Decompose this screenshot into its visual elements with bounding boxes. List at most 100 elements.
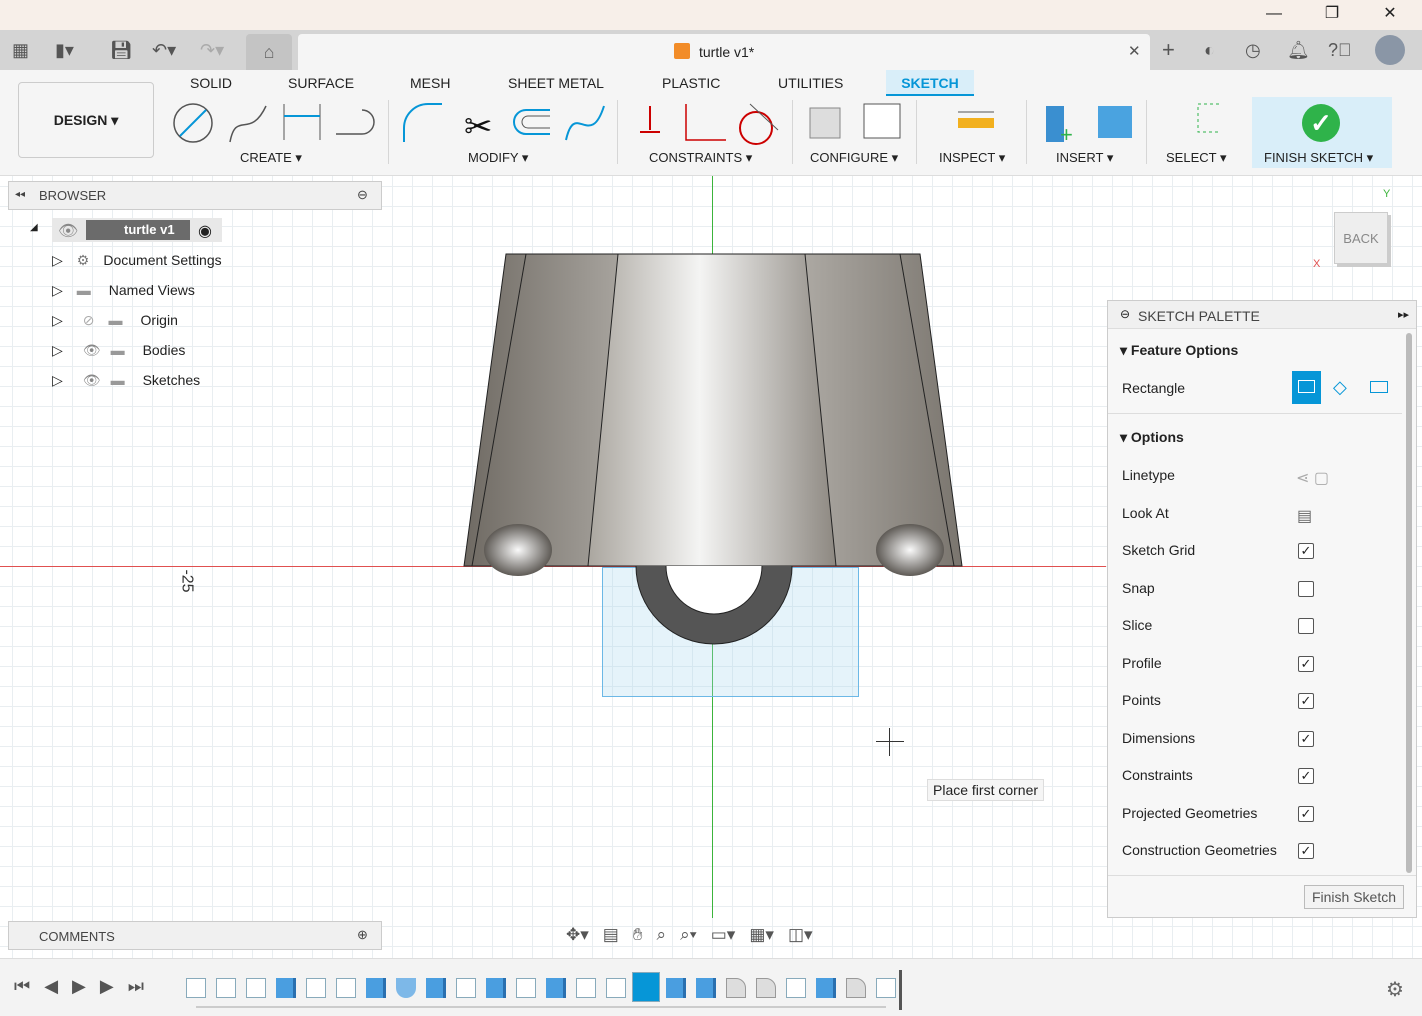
expand-icon[interactable]: ▷ (52, 282, 63, 298)
expand-palette-icon[interactable]: ▸▸ (1398, 308, 1409, 321)
insert-menu[interactable]: INSERT ▾ (1056, 150, 1113, 166)
option-checkbox[interactable]: ✓ (1298, 730, 1314, 747)
option-checkbox[interactable] (1298, 580, 1314, 597)
timeline-fillet-icon[interactable] (846, 978, 866, 998)
save-icon[interactable]: 💾︎ (110, 36, 133, 64)
timeline-extrude-icon[interactable] (696, 978, 716, 998)
spline-tool-icon[interactable] (229, 105, 267, 143)
slot-tool-icon[interactable] (336, 109, 375, 135)
timeline-extrude-icon[interactable] (666, 978, 686, 998)
timeline-extrude-icon[interactable] (546, 978, 566, 998)
eye-icon[interactable]: 👁︎ (83, 342, 101, 358)
tangent-constraint-icon[interactable] (739, 103, 779, 145)
step-forward-icon[interactable]: ▶ (100, 976, 114, 997)
collapse-panel-icon[interactable]: ◂◂ (15, 189, 25, 200)
fillet-tool-icon[interactable] (403, 103, 442, 142)
timeline-settings-gear-icon[interactable]: ⚙ (1386, 977, 1404, 1002)
finish-sketch-menu[interactable]: FINISH SKETCH ▾ (1264, 150, 1373, 166)
undo-icon[interactable]: ↶▾ (152, 36, 176, 64)
viewports-icon[interactable]: ◫▾ (788, 925, 813, 945)
activate-radio-icon[interactable]: ◉ (198, 221, 212, 241)
comments-panel-header[interactable]: COMMENTS ⊕ (8, 921, 382, 950)
timeline-sketch-icon[interactable] (456, 978, 476, 998)
expand-icon[interactable]: ▷ (52, 312, 63, 328)
tab-sketch[interactable]: SKETCH (886, 70, 974, 96)
offset-tool-icon[interactable] (513, 109, 550, 135)
finish-sketch-check-icon[interactable]: ✓ (1302, 104, 1340, 142)
timeline-sketch-icon[interactable] (306, 978, 326, 998)
timeline-loft-icon[interactable] (396, 978, 416, 998)
minimize-palette-icon[interactable]: ⊖ (1120, 307, 1130, 321)
close-tab-icon[interactable]: ✕ (1128, 42, 1141, 60)
select-icon[interactable] (1197, 103, 1220, 133)
measure-icon[interactable] (958, 111, 994, 128)
timeline-extrude-icon[interactable] (426, 978, 446, 998)
center-rectangle-icon[interactable] (1370, 381, 1388, 393)
fix-constraint-icon[interactable] (640, 106, 660, 133)
timeline-sketch-icon[interactable] (216, 978, 236, 998)
tab-surface[interactable]: SURFACE (288, 75, 354, 91)
blend-curve-tool-icon[interactable] (565, 105, 605, 141)
extensions-icon[interactable]: ◐ (1204, 36, 1215, 64)
eye-hidden-icon[interactable]: ⊘ (83, 312, 95, 328)
orbit-icon[interactable]: ✥▾ (566, 925, 589, 945)
insert-icon[interactable]: + (1046, 106, 1132, 147)
option-checkbox[interactable]: ✓ (1298, 843, 1314, 859)
timeline-sketch-icon[interactable] (186, 978, 206, 998)
eye-icon[interactable]: 👁︎ (83, 372, 101, 388)
expand-icon[interactable]: ▷ (52, 372, 63, 388)
option-checkbox[interactable]: ✓ (1298, 805, 1314, 822)
notifications-icon[interactable]: 🔔︎ (1287, 36, 1310, 64)
timeline-marker[interactable] (899, 970, 902, 1010)
workspace-switcher[interactable]: DESIGN ▾ (18, 82, 154, 158)
three-point-rectangle-icon[interactable]: ◇ (1333, 377, 1347, 398)
timeline-sketch-icon[interactable] (246, 978, 266, 998)
new-tab-icon[interactable]: + (1162, 36, 1175, 64)
grid-settings-icon[interactable]: ▦▾ (749, 925, 774, 945)
option-checkbox[interactable]: ✓ (1298, 655, 1314, 672)
tree-item-origin[interactable]: ▷ ⊘ ▬ Origin (52, 312, 178, 329)
add-comment-icon[interactable]: ⊕ (357, 927, 368, 943)
timeline-sketch-icon[interactable] (876, 978, 896, 998)
modify-menu[interactable]: MODIFY ▾ (468, 150, 528, 166)
timeline-fillet-icon[interactable] (756, 978, 776, 998)
avatar[interactable] (1375, 35, 1405, 65)
look-at-icon[interactable]: ▤ (1297, 506, 1312, 526)
look-at-icon[interactable]: ▤ (603, 925, 619, 945)
feature-options-section[interactable]: ▾ Feature Options (1120, 342, 1238, 359)
document-tab[interactable]: turtle v1* ✕ (298, 34, 1150, 70)
timeline-extrude-icon[interactable] (366, 978, 386, 998)
timeline-sketch-icon[interactable] (516, 978, 536, 998)
tab-utilities[interactable]: UTILITIES (778, 75, 843, 91)
timeline-sketch-icon[interactable] (606, 978, 626, 998)
go-to-end-icon[interactable]: ⏭︎ (128, 976, 144, 997)
dimension-tool-icon[interactable] (283, 104, 321, 140)
timeline-sketch-icon[interactable] (632, 972, 660, 1002)
timeline-extrude-icon[interactable] (816, 978, 836, 998)
select-menu[interactable]: SELECT ▾ (1166, 150, 1226, 166)
play-icon[interactable]: ▶ (72, 976, 86, 997)
viewcube[interactable]: BACK (1334, 212, 1388, 264)
tab-sheet-metal[interactable]: SHEET METAL (508, 75, 604, 91)
linetype-icon[interactable]: ⋖ ▢ (1296, 468, 1329, 488)
configure-menu[interactable]: CONFIGURE ▾ (810, 150, 898, 166)
options-section[interactable]: ▾ Options (1120, 429, 1184, 446)
display-settings-icon[interactable]: ▭▾ (711, 925, 736, 945)
zoom-window-icon[interactable]: ⌕▾ (680, 925, 697, 945)
timeline-extrude-icon[interactable] (276, 978, 296, 998)
tab-solid[interactable]: SOLID (190, 75, 232, 91)
tree-item-document-settings[interactable]: ▷ ⚙ Document Settings (52, 252, 222, 269)
palette-header[interactable]: ⊖ SKETCH PALETTE ▸▸ (1108, 301, 1416, 329)
minimize-button[interactable]: — (1251, 0, 1297, 30)
help-icon[interactable]: ?⃝ (1328, 36, 1352, 64)
eye-icon[interactable]: 👁︎ (58, 221, 78, 241)
file-menu-icon[interactable]: ▮▾ (55, 36, 74, 64)
tab-plastic[interactable]: PLASTIC (662, 75, 720, 91)
expand-root-icon[interactable]: ◢ (30, 222, 38, 233)
tab-mesh[interactable]: MESH (410, 75, 450, 91)
tree-item-sketches[interactable]: ▷ 👁︎ ▬ Sketches (52, 372, 200, 389)
option-checkbox[interactable]: ✓ (1298, 768, 1314, 784)
step-back-icon[interactable]: ◀ (44, 976, 58, 997)
minimize-panel-icon[interactable]: ⊖ (357, 187, 368, 203)
option-checkbox[interactable]: ✓ (1298, 543, 1314, 559)
